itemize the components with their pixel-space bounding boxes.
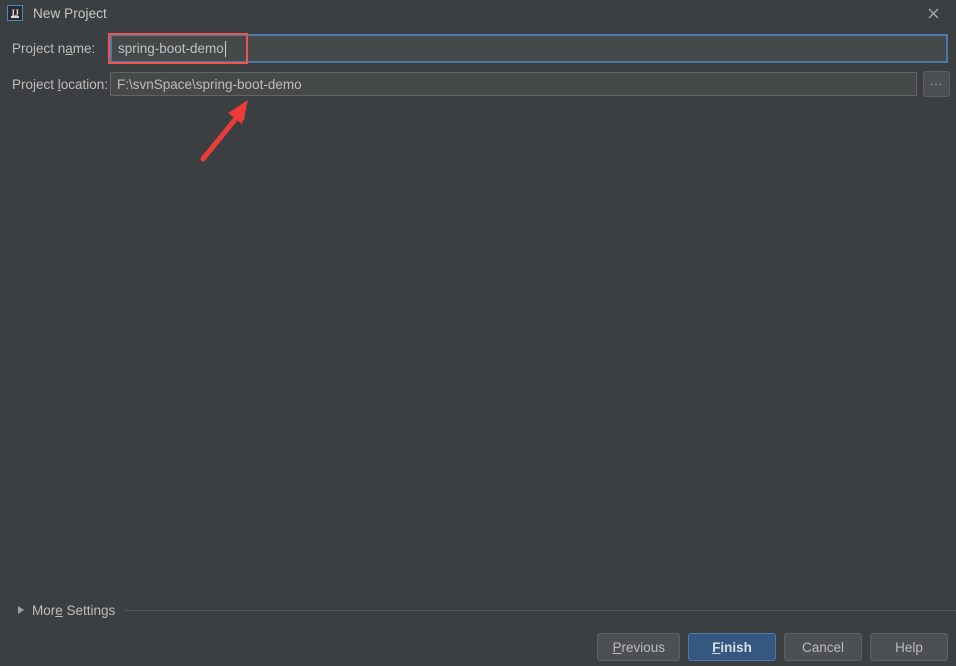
arrow-up-right-icon [198, 98, 258, 162]
help-button[interactable]: Help [870, 633, 948, 661]
more-settings-label: More Settings [32, 602, 116, 618]
finish-button[interactable]: Finish [688, 633, 776, 661]
project-name-row: Project name: [12, 35, 95, 61]
project-location-value: F:\svnSpace\spring-boot-demo [117, 76, 302, 92]
close-icon[interactable] [910, 0, 956, 26]
project-location-input[interactable]: F:\svnSpace\spring-boot-demo [110, 72, 917, 96]
project-name-value: spring-boot-demo [118, 41, 224, 56]
more-settings-toggle[interactable]: More Settings [12, 603, 115, 618]
title-bar: IJ New Project [0, 0, 956, 26]
project-location-label: Project location: [12, 76, 109, 92]
intellij-idea-icon: IJ [7, 5, 23, 21]
browse-folder-button[interactable]: ... [923, 71, 950, 97]
project-location-row: Project location: [12, 71, 108, 97]
project-name-label: Project name: [12, 40, 96, 56]
window-title: New Project [33, 5, 107, 21]
text-caret [224, 40, 226, 57]
previous-button[interactable]: Previous [597, 633, 680, 661]
section-separator [125, 609, 956, 611]
dialog-button-bar: Previous Finish Cancel Help [0, 632, 956, 662]
cancel-button[interactable]: Cancel [784, 633, 862, 661]
more-settings-section: More Settings [12, 600, 956, 620]
project-name-input[interactable]: spring-boot-demo [110, 34, 948, 63]
chevron-right-icon [18, 606, 24, 614]
